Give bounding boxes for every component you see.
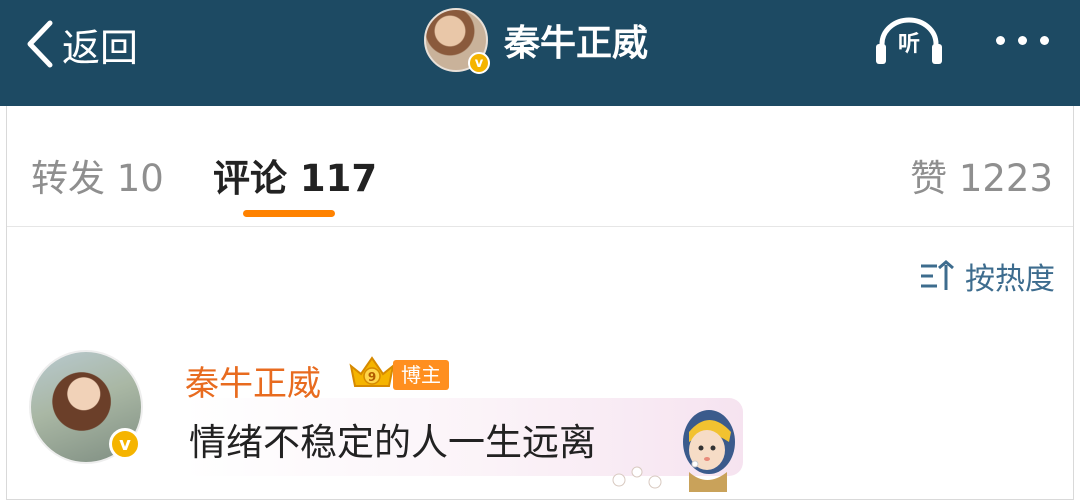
comment-text: 情绪不稳定的人一生远离 bbox=[189, 421, 596, 464]
listen-label: 听 bbox=[897, 32, 920, 57]
dot bbox=[1018, 36, 1027, 45]
verified-badge-icon: v bbox=[109, 428, 141, 460]
sort-label: 按热度 bbox=[965, 262, 1055, 297]
tab-comment[interactable]: 评论 117 bbox=[213, 148, 377, 202]
sort-button[interactable]: 按热度 bbox=[919, 254, 1055, 298]
divider bbox=[7, 226, 1073, 227]
nav-bar: 返回 v 秦牛正威 听 bbox=[0, 0, 1080, 106]
more-button[interactable] bbox=[996, 36, 1049, 45]
back-button[interactable]: 返回 bbox=[22, 14, 138, 74]
tab-active-indicator bbox=[243, 210, 335, 217]
avatar[interactable]: v bbox=[424, 8, 490, 74]
crown-icon: 9 bbox=[349, 356, 395, 387]
badge-level: 9 bbox=[368, 370, 376, 384]
tab-like[interactable]: 赞 1223 bbox=[910, 148, 1053, 202]
comments-card: 转发 10 评论 117 赞 1223 按热度 v 秦牛正威 9 博主 情绪不稳… bbox=[6, 106, 1074, 500]
comment-avatar[interactable]: v bbox=[29, 350, 143, 464]
dot bbox=[1040, 36, 1049, 45]
dot bbox=[996, 36, 1005, 45]
sort-icon bbox=[921, 260, 954, 290]
back-label: 返回 bbox=[62, 25, 139, 70]
blogger-badge: 博主 bbox=[393, 360, 449, 390]
page-title: 秦牛正威 bbox=[504, 23, 649, 64]
tab-forward[interactable]: 转发 10 bbox=[31, 148, 164, 202]
verified-badge-icon: v bbox=[468, 52, 490, 74]
nav-profile[interactable]: v 秦牛正威 bbox=[424, 8, 649, 74]
girl-sticker-icon bbox=[612, 410, 735, 492]
listen-button[interactable]: 听 bbox=[874, 16, 944, 68]
chevron-left-icon bbox=[27, 20, 53, 68]
